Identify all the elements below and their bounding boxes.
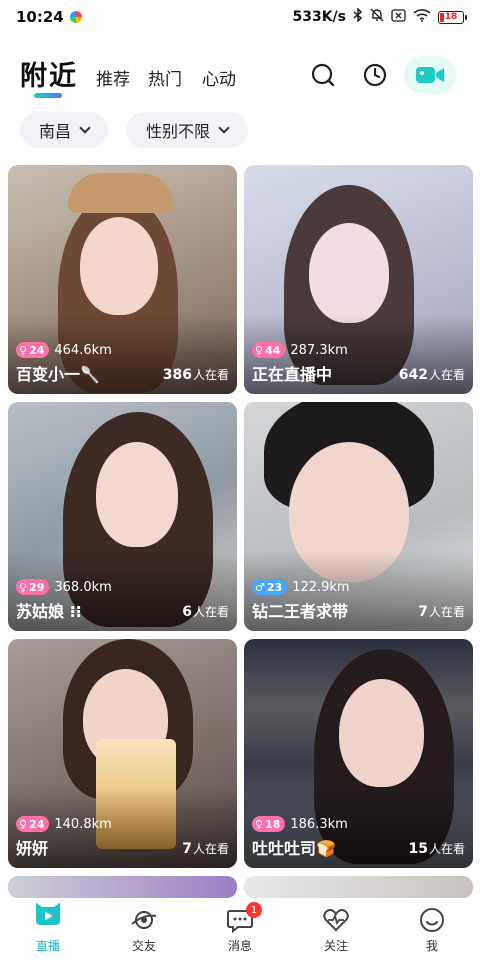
tab-crush[interactable]: 心动 xyxy=(202,65,236,90)
video-camera-button[interactable] xyxy=(404,56,456,94)
live-tv-icon xyxy=(33,902,63,935)
card-meta: ♀ 29 368.0km xyxy=(16,579,112,595)
male-icon: ♂ xyxy=(255,580,265,594)
status-bar: 10:24 533K/s 18 xyxy=(0,0,480,34)
distance: 140.8km xyxy=(54,816,112,832)
eye-planet-icon xyxy=(129,905,159,935)
distance: 368.0km xyxy=(54,579,112,595)
card-meta: ♀ 24 140.8km xyxy=(16,816,112,832)
top-tab-bar: 附近 推荐 热门 心动 xyxy=(0,50,480,100)
city-filter-label: 南昌 xyxy=(38,122,71,141)
female-icon: ♀ xyxy=(19,343,28,357)
nav-live-label: 直播 xyxy=(35,939,60,953)
heartbeat-icon xyxy=(321,905,351,935)
live-card[interactable]: ♀ 18 186.3km 吐吐吐司🍞 15 人在看 xyxy=(244,639,473,868)
female-icon: ♀ xyxy=(19,580,28,594)
card-meta: ♀ 18 186.3km xyxy=(252,816,348,832)
mute-bell-icon xyxy=(370,8,384,26)
notification-badge: 1 xyxy=(246,902,262,918)
chevron-down-icon xyxy=(218,121,230,134)
distance: 122.9km xyxy=(292,579,350,595)
status-right: 533K/s 18 xyxy=(292,7,467,26)
bluetooth-icon xyxy=(353,7,363,26)
live-card-partial[interactable] xyxy=(244,876,473,898)
status-time: 10:24 xyxy=(16,8,64,26)
history-clock-icon[interactable] xyxy=(360,60,390,90)
nav-friends-label: 交友 xyxy=(131,939,156,953)
nav-me-label: 我 xyxy=(425,939,438,953)
streamer-name: 苏姑娘 ⁝⁝ xyxy=(16,602,82,621)
battery-icon: 18 xyxy=(438,10,467,24)
smiley-face-icon xyxy=(417,905,447,935)
age-badge: ♀ 44 xyxy=(252,342,286,358)
streamer-name: 钻二王者求带 xyxy=(252,602,349,621)
age-badge: ♀ 18 xyxy=(252,816,286,832)
gender-filter[interactable]: 性别不限 xyxy=(126,112,248,148)
video-camera-icon xyxy=(416,67,444,83)
streamer-name: 吐吐吐司🍞 xyxy=(252,839,336,858)
chevron-down-icon xyxy=(79,121,91,134)
active-tab-indicator xyxy=(34,93,62,98)
viewer-count: 7 人在看 xyxy=(182,841,229,857)
age-badge: ♂ 23 xyxy=(252,579,288,595)
viewer-count: 6 人在看 xyxy=(182,604,229,620)
bottom-navigation: 直播 交友 1 消息 关注 我 xyxy=(0,898,480,960)
viewer-count: 386 人在看 xyxy=(162,367,229,383)
streamer-name: 妍妍 xyxy=(16,839,49,858)
viewer-count: 642 人在看 xyxy=(398,367,465,383)
live-card[interactable]: ♀ 24 464.6km 百变小一🥄 386 人在看 xyxy=(8,165,237,394)
age-badge: ♀ 29 xyxy=(16,579,50,595)
nav-me[interactable]: 我 xyxy=(384,898,480,960)
no-sim-icon xyxy=(391,8,406,26)
card-meta: ♀ 24 464.6km xyxy=(16,342,112,358)
nav-live[interactable]: 直播 xyxy=(0,898,96,960)
live-card[interactable]: ♀ 24 140.8km 妍妍 7 人在看 xyxy=(8,639,237,868)
battery-level: 18 xyxy=(444,11,458,22)
viewer-count: 15 人在看 xyxy=(408,841,466,857)
streamer-name: 百变小一🥄 xyxy=(16,365,100,384)
network-speed: 533K/s xyxy=(292,9,346,25)
distance: 287.3km xyxy=(290,342,348,358)
viewer-count: 7 人在看 xyxy=(418,604,465,620)
streamer-name: 正在直播中 xyxy=(252,365,333,384)
tab-nearby[interactable]: 附近 xyxy=(20,54,78,93)
distance: 186.3km xyxy=(290,816,348,832)
nav-following-label: 关注 xyxy=(323,939,348,953)
card-meta: ♂ 23 122.9km xyxy=(252,579,350,595)
nav-following[interactable]: 关注 xyxy=(288,898,384,960)
live-card[interactable]: ♀ 44 287.3km 正在直播中 642 人在看 xyxy=(244,165,473,394)
live-card[interactable]: ♂ 23 122.9km 钻二王者求带 7 人在看 xyxy=(244,402,473,631)
age-badge: ♀ 24 xyxy=(16,816,50,832)
gender-filter-label: 性别不限 xyxy=(145,122,210,141)
distance: 464.6km xyxy=(54,342,112,358)
nav-messages-label: 消息 xyxy=(227,939,252,953)
nav-friends[interactable]: 交友 xyxy=(96,898,192,960)
app-notification-icon xyxy=(69,11,82,23)
nav-messages[interactable]: 1 消息 xyxy=(192,898,288,960)
card-meta: ♀ 44 287.3km xyxy=(252,342,348,358)
live-card[interactable]: ♀ 29 368.0km 苏姑娘 ⁝⁝ 6 人在看 xyxy=(8,402,237,631)
female-icon: ♀ xyxy=(19,817,28,831)
wifi-icon xyxy=(413,8,431,26)
tab-hot[interactable]: 热门 xyxy=(148,65,182,90)
female-icon: ♀ xyxy=(255,817,264,831)
tab-recommend[interactable]: 推荐 xyxy=(96,65,130,90)
city-filter[interactable]: 南昌 xyxy=(20,112,108,148)
age-badge: ♀ 24 xyxy=(16,342,50,358)
female-icon: ♀ xyxy=(255,343,264,357)
search-icon[interactable] xyxy=(308,60,338,90)
